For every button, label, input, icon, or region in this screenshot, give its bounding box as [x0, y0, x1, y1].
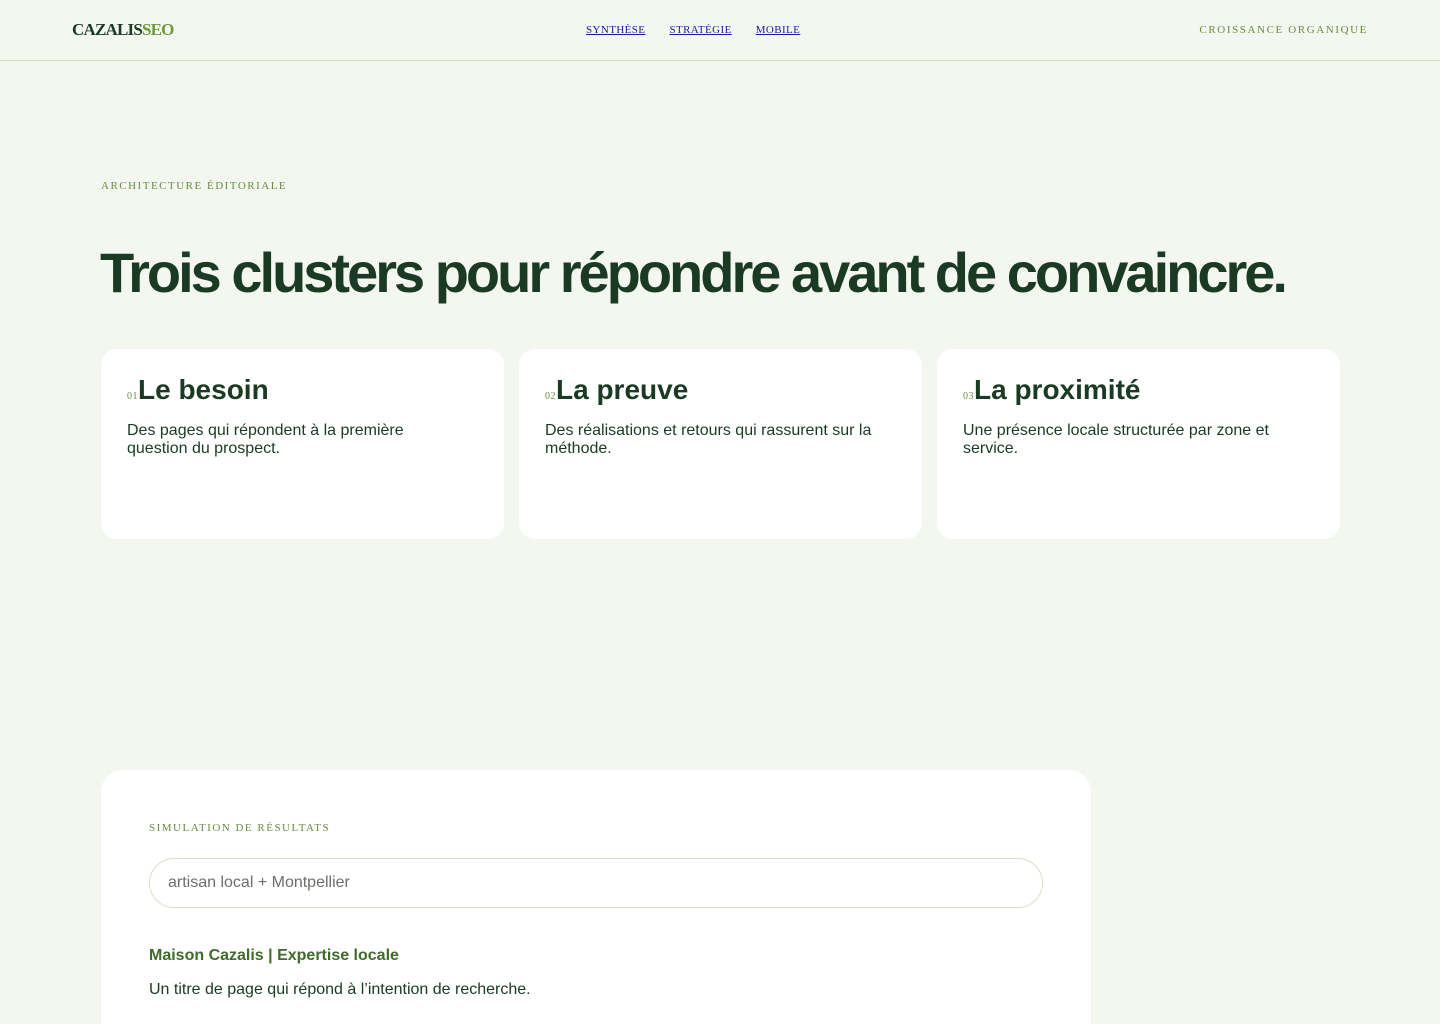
card-title: La proximité	[974, 374, 1141, 405]
cluster-cards: 01 Le besoin Des pages qui répondent à l…	[101, 349, 1340, 539]
main-nav: SYNTHÈSE STRATÉGIE MOBILE	[586, 24, 800, 36]
top-bar: CAZALISSEO SYNTHÈSE STRATÉGIE MOBILE CRO…	[0, 0, 1440, 61]
brand-logo[interactable]: CAZALISSEO	[72, 20, 174, 40]
section-headline: Trois clusters pour répondre avant de co…	[100, 241, 1288, 304]
nav-link-strategie[interactable]: STRATÉGIE	[669, 24, 731, 36]
cluster-card-besoin: 01 Le besoin Des pages qui répondent à l…	[101, 349, 504, 539]
result-title-link[interactable]: Maison Cazalis | Expertise locale	[149, 947, 399, 965]
result-description: Un titre de page qui répond à l’intentio…	[149, 981, 531, 998]
section-eyebrow: ARCHITECTURE ÉDITORIALE	[101, 180, 288, 192]
card-number: 02	[545, 391, 556, 402]
simulation-panel: SIMULATION DE RÉSULTATS Maison Cazalis |…	[101, 770, 1091, 1024]
brand-accent: SEO	[141, 20, 174, 39]
card-text: Une présence locale structurée par zone …	[963, 422, 1269, 457]
simulation-eyebrow: SIMULATION DE RÉSULTATS	[149, 822, 331, 834]
card-number: 03	[963, 391, 974, 402]
brand-name: CAZALIS	[72, 20, 143, 39]
card-title-row: 01 Le besoin	[127, 375, 478, 405]
card-title-row: 02 La preuve	[545, 375, 896, 405]
cluster-card-preuve: 02 La preuve Des réalisations et retours…	[519, 349, 922, 539]
simulation-search-input[interactable]	[149, 858, 1043, 908]
header-tagline: CROISSANCE ORGANIQUE	[1199, 24, 1368, 36]
card-title-row: 03 La proximité	[963, 375, 1314, 405]
nav-link-synthese[interactable]: SYNTHÈSE	[586, 24, 645, 36]
card-title: Le besoin	[138, 374, 269, 405]
card-title: La preuve	[556, 374, 689, 405]
cluster-card-proximite: 03 La proximité Une présence locale stru…	[937, 349, 1340, 539]
card-number: 01	[127, 391, 138, 402]
nav-link-mobile[interactable]: MOBILE	[756, 24, 801, 36]
card-text: Des pages qui répondent à la première qu…	[127, 422, 404, 457]
card-text: Des réalisations et retours qui rassuren…	[545, 422, 872, 457]
